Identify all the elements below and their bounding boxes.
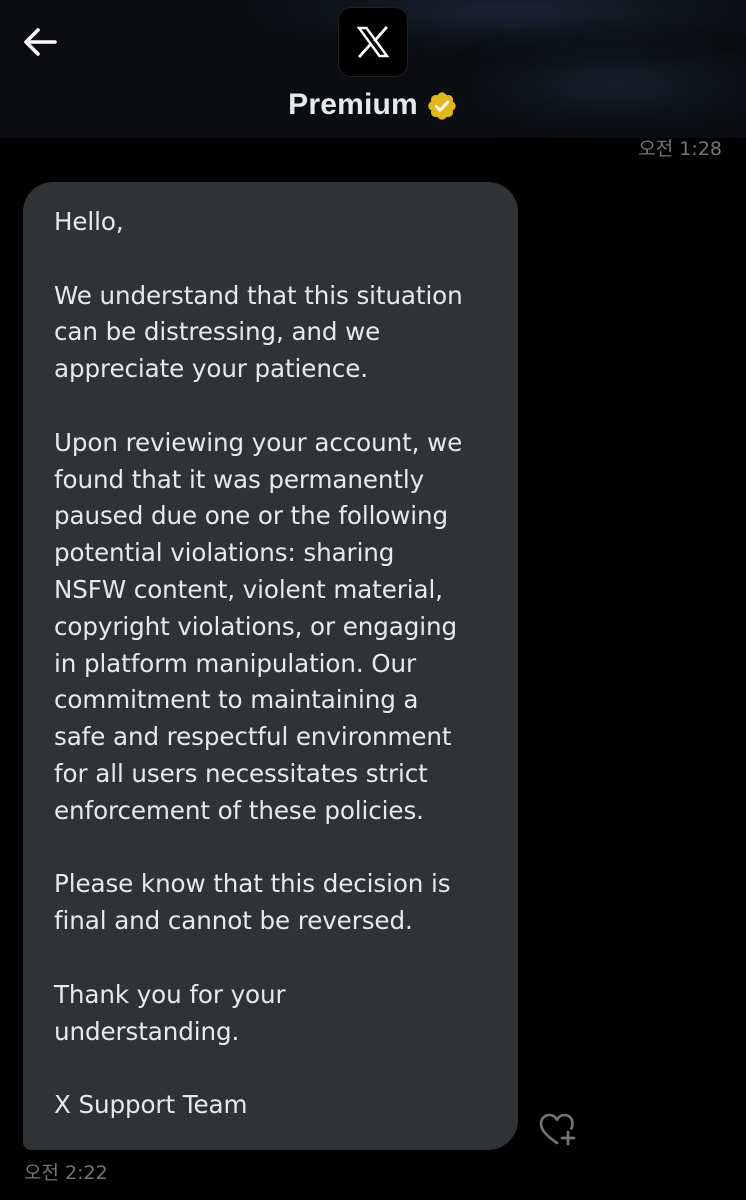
page-title: Premium	[288, 88, 418, 121]
message-paragraph: X Support Team	[54, 1090, 248, 1120]
conversation-header: Premium	[0, 0, 746, 138]
dm-conversation-screen: Premium 오전 1:28 Hello, We understand tha…	[0, 0, 746, 1200]
message-timestamp: 오전 2:22	[24, 1162, 108, 1184]
message-bubble[interactable]: Hello, We understand that this situation…	[23, 182, 518, 1150]
message-paragraph: We understand that this situation can be…	[54, 280, 463, 384]
message-paragraph: Hello,	[54, 207, 124, 236]
message-paragraph: Upon reviewing your account, we found th…	[54, 427, 463, 825]
message-paragraph: Thank you for your understanding.	[54, 979, 286, 1046]
add-reaction-heart-icon	[539, 1113, 576, 1146]
x-logo-icon	[356, 26, 390, 58]
message-timestamp: 오전 1:28	[638, 138, 722, 160]
avatar[interactable]	[339, 8, 407, 76]
verified-badge-icon	[428, 91, 456, 120]
arrow-left-icon	[24, 28, 57, 56]
add-reaction-button[interactable]	[536, 1110, 580, 1150]
message-paragraph: Please know that this decision is final …	[54, 869, 451, 936]
back-button[interactable]	[18, 22, 62, 62]
conversation-title[interactable]: Premium	[0, 84, 746, 126]
